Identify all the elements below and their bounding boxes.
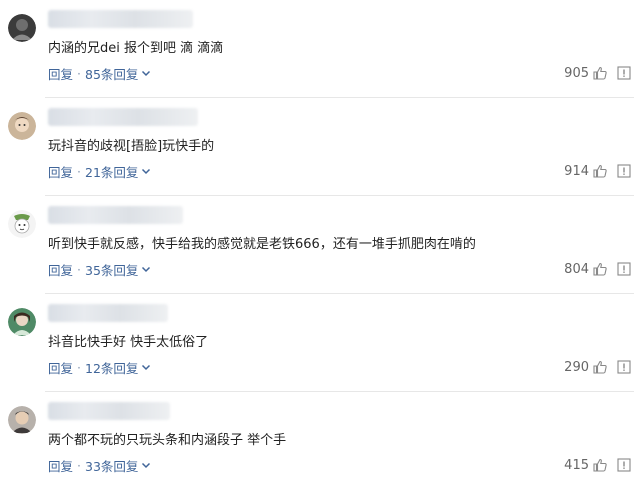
reply-button[interactable]: 回复: [48, 64, 73, 83]
comment-list: 内涵的兄dei 报个到吧 滴 滴滴 回复 · 85条回复 905 玩抖音的歧视[…: [0, 0, 640, 495]
username-blurred[interactable]: [48, 108, 198, 126]
view-replies-link[interactable]: 35条回复: [85, 260, 152, 279]
thumbs-up-icon[interactable]: [592, 65, 608, 81]
thumbs-up-icon[interactable]: [592, 457, 608, 473]
comment-text: 听到快手就反感，快手给我的感觉就是老铁666，还有一堆手抓肥肉在啃的: [48, 237, 476, 252]
reply-button[interactable]: 回复: [48, 162, 73, 181]
reply-button[interactable]: 回复: [48, 358, 73, 377]
comment-actions: 回复 · 35条回复: [48, 260, 152, 278]
chevron-down-icon: [140, 459, 152, 471]
chevron-down-icon: [140, 165, 152, 177]
replies-count-label: 21条回复: [85, 164, 139, 180]
avatar-green-icon[interactable]: [8, 308, 36, 336]
comment-item: 内涵的兄dei 报个到吧 滴 滴滴 回复 · 85条回复 905: [0, 0, 640, 98]
comment-meta: 290: [564, 358, 632, 376]
like-count: 804: [564, 261, 589, 277]
report-icon[interactable]: [616, 359, 632, 375]
comment-item: 听到快手就反感，快手给我的感觉就是老铁666，还有一堆手抓肥肉在啃的 回复 · …: [0, 195, 640, 294]
comment-meta: 804: [564, 260, 632, 278]
separator: ·: [77, 65, 81, 81]
like-count: 914: [564, 163, 589, 179]
separator: ·: [77, 163, 81, 179]
comment-text: 两个都不玩的只玩头条和内涵段子 举个手: [48, 433, 287, 448]
separator: ·: [77, 359, 81, 375]
separator: ·: [77, 457, 81, 473]
avatar-person-icon[interactable]: [8, 406, 36, 434]
comment-actions: 回复 · 85条回复: [48, 64, 152, 82]
like-count: 905: [564, 65, 589, 81]
report-icon[interactable]: [616, 163, 632, 179]
comment-text: 玩抖音的歧视[捂脸]玩快手的: [48, 139, 215, 154]
comment-actions: 回复 · 33条回复: [48, 456, 152, 474]
replies-count-label: 85条回复: [85, 66, 139, 82]
replies-count-label: 12条回复: [85, 360, 139, 376]
chevron-down-icon: [140, 361, 152, 373]
thumbs-up-icon[interactable]: [592, 163, 608, 179]
view-replies-link[interactable]: 12条回复: [85, 358, 152, 377]
chevron-down-icon: [140, 263, 152, 275]
view-replies-link[interactable]: 21条回复: [85, 162, 152, 181]
username-blurred[interactable]: [48, 206, 183, 224]
thumbs-up-icon[interactable]: [592, 261, 608, 277]
replies-count-label: 33条回复: [85, 458, 139, 474]
comment-actions: 回复 · 21条回复: [48, 162, 152, 180]
avatar-cartoon-icon[interactable]: [8, 210, 36, 238]
avatar-dark-icon[interactable]: [8, 14, 36, 42]
avatar-face-icon[interactable]: [8, 112, 36, 140]
report-icon[interactable]: [616, 457, 632, 473]
thumbs-up-icon[interactable]: [592, 359, 608, 375]
comment-meta: 415: [564, 456, 632, 474]
reply-button[interactable]: 回复: [48, 260, 73, 279]
separator: ·: [77, 261, 81, 277]
comment-text: 抖音比快手好 快手太低俗了: [48, 335, 209, 350]
like-count: 290: [564, 359, 589, 375]
reply-button[interactable]: 回复: [48, 456, 73, 475]
report-icon[interactable]: [616, 65, 632, 81]
username-blurred[interactable]: [48, 10, 193, 28]
comment-text: 内涵的兄dei 报个到吧 滴 滴滴: [48, 41, 224, 56]
comment-item: 抖音比快手好 快手太低俗了 回复 · 12条回复 290: [0, 293, 640, 392]
username-blurred[interactable]: [48, 402, 170, 420]
view-replies-link[interactable]: 85条回复: [85, 64, 152, 83]
username-blurred[interactable]: [48, 304, 168, 322]
replies-count-label: 35条回复: [85, 262, 139, 278]
view-replies-link[interactable]: 33条回复: [85, 456, 152, 475]
like-count: 415: [564, 457, 589, 473]
chevron-down-icon: [140, 67, 152, 79]
comment-actions: 回复 · 12条回复: [48, 358, 152, 376]
comment-item: 两个都不玩的只玩头条和内涵段子 举个手 回复 · 33条回复 415: [0, 391, 640, 490]
comment-meta: 905: [564, 64, 632, 82]
comment-meta: 914: [564, 162, 632, 180]
comment-item: 玩抖音的歧视[捂脸]玩快手的 回复 · 21条回复 914: [0, 97, 640, 196]
report-icon[interactable]: [616, 261, 632, 277]
